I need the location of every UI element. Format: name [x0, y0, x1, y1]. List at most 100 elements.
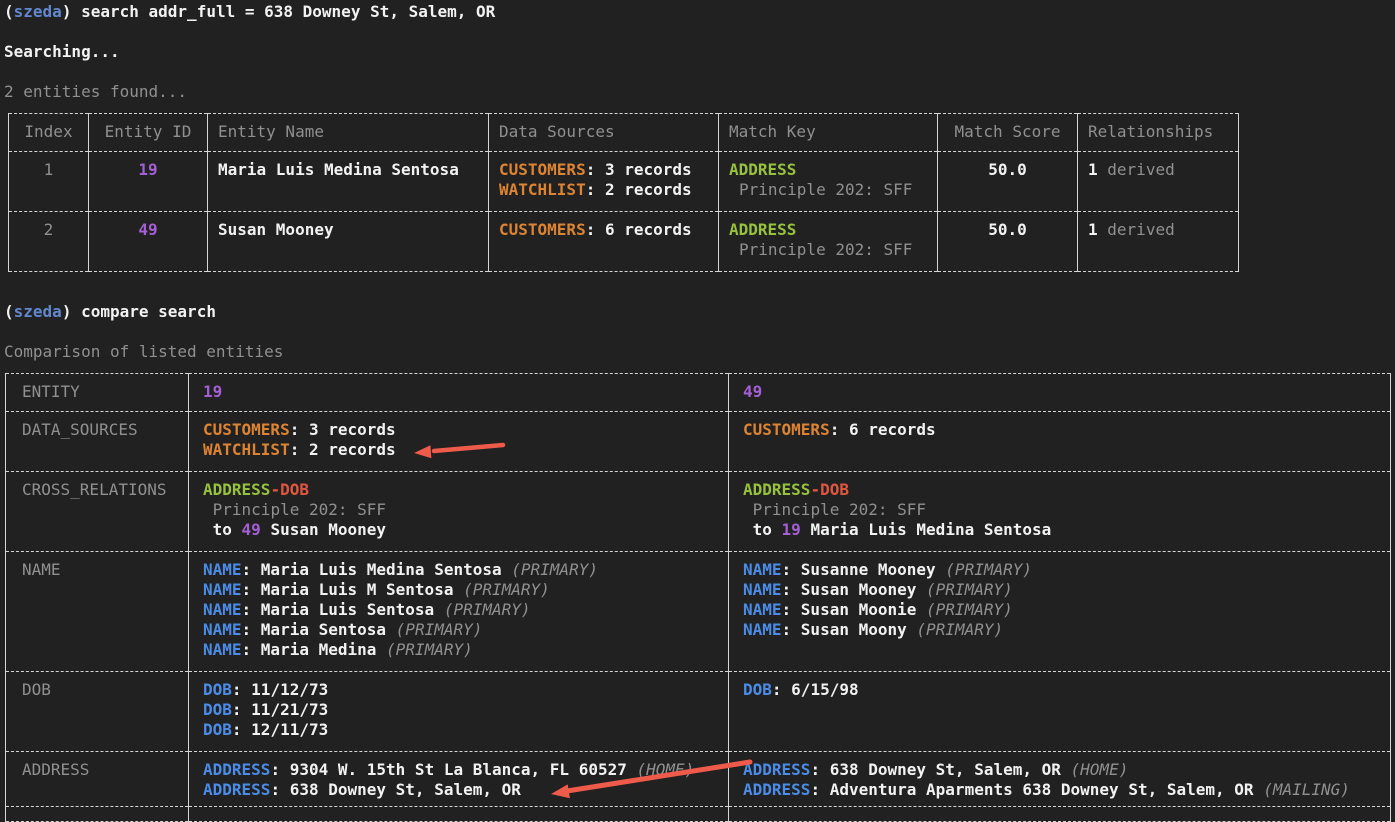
row-label: DATA_SOURCES [6, 412, 189, 472]
attr-value: Maria Luis Medina Sentosa [261, 560, 502, 579]
colon: : [232, 720, 251, 739]
relation-to-line: to 19 Maria Luis Medina Sentosa [743, 520, 1380, 540]
colon: : [242, 640, 261, 659]
cell-entity-name: Maria Luis Medina Sentosa [208, 152, 489, 212]
colon: : [242, 560, 261, 579]
attr-value: Susan Moony [801, 620, 907, 639]
match-key-principle: Principle 202: SFF [729, 240, 927, 260]
relation-key-b: -DOB [270, 480, 309, 499]
match-key-name: ADDRESS [729, 220, 927, 240]
colon: : [232, 680, 251, 699]
source-name: WATCHLIST [203, 440, 290, 459]
spacer [907, 620, 917, 639]
attr-name: NAME [743, 560, 782, 579]
prompt-name: szeda [14, 2, 62, 21]
cell-entity-id: 19 [89, 152, 208, 212]
attr-value: Maria Sentosa [261, 620, 386, 639]
comparison-row-data-sources: DATA_SOURCES CUSTOMERS: 3 records WATCHL… [6, 412, 1391, 472]
cell-match-key: ADDRESS Principle 202: SFF [719, 212, 938, 272]
attr-name: ADDRESS [203, 760, 270, 779]
prompt-name: szeda [14, 302, 62, 321]
row-label: DOB [6, 672, 189, 752]
attr-tag: (PRIMARY) [396, 620, 483, 639]
attr-line: NAME: Maria Luis M Sentosa (PRIMARY) [203, 580, 718, 600]
comparison-row-cutoff [6, 807, 1391, 822]
comparison-row-dob: DOB DOB: 11/12/73 DOB: 11/21/73 DOB: 12/… [6, 672, 1391, 752]
attr-name: ADDRESS [203, 780, 270, 799]
attr-name: NAME [203, 580, 242, 599]
colon: : [586, 180, 605, 199]
attr-name: NAME [203, 640, 242, 659]
terminal-screen[interactable]: (szeda) search addr_full = 638 Downey St… [0, 0, 1395, 817]
spacer [386, 620, 396, 639]
cell-entity-id: 49 [89, 212, 208, 272]
spacer [1061, 760, 1071, 779]
source-records: 2 records [309, 440, 396, 459]
result-row-1: 1 19 Maria Luis Medina Sentosa CUSTOMERS… [9, 152, 1239, 212]
entity-19-names: NAME: Maria Luis Medina Sentosa (PRIMARY… [189, 552, 729, 672]
attr-value: 6/15/98 [791, 680, 858, 699]
attr-tag: (PRIMARY) [386, 640, 473, 659]
cell-entity-name: Susan Mooney [208, 212, 489, 272]
data-source-line: CUSTOMERS: 6 records [499, 220, 708, 240]
cell-relationships: 1 derived [1078, 152, 1239, 212]
attr-value: 638 Downey St, Salem, OR [290, 780, 521, 799]
to-entity-name: Susan Mooney [270, 520, 386, 539]
attr-value: 11/12/73 [251, 680, 328, 699]
attr-line: ADDRESS: 9304 W. 15th St La Blanca, FL 6… [203, 760, 718, 780]
attr-line: DOB: 12/11/73 [203, 720, 718, 740]
source-records: 6 records [849, 420, 936, 439]
to-word: to [753, 520, 772, 539]
attr-line: NAME: Susan Mooney (PRIMARY) [743, 580, 1380, 600]
to-word: to [213, 520, 232, 539]
prompt-paren-close: ) [62, 302, 72, 321]
attr-value: 12/11/73 [251, 720, 328, 739]
spacer [376, 640, 386, 659]
entity-49-next [729, 807, 1391, 822]
match-key-name: ADDRESS [729, 160, 927, 180]
attr-tag: (PRIMARY) [916, 620, 1003, 639]
relationship-type: derived [1107, 160, 1174, 179]
attr-line: DOB: 11/21/73 [203, 700, 718, 720]
attr-value: Susanne Mooney [801, 560, 936, 579]
spacer [936, 560, 946, 579]
header-entity-id: Entity ID [89, 114, 208, 152]
cell-match-score: 50.0 [938, 212, 1078, 272]
row-label [6, 807, 189, 822]
attr-name: NAME [743, 580, 782, 599]
source-name: CUSTOMERS [203, 420, 290, 439]
relation-key-line: ADDRESS-DOB [203, 480, 718, 500]
attr-tag: (PRIMARY) [945, 560, 1032, 579]
colon: : [270, 780, 289, 799]
attr-line: NAME: Maria Medina (PRIMARY) [203, 640, 718, 660]
spacer [916, 580, 926, 599]
data-source-line: CUSTOMERS: 6 records [743, 420, 1380, 440]
source-name: WATCHLIST [499, 180, 586, 199]
results-header-row: Index Entity ID Entity Name Data Sources… [9, 114, 1239, 152]
row-label: CROSS_RELATIONS [6, 472, 189, 552]
attr-value: 11/21/73 [251, 700, 328, 719]
to-entity-id: 19 [782, 520, 801, 539]
colon: : [782, 580, 801, 599]
entity-49-addresses: ADDRESS: 638 Downey St, Salem, OR (HOME)… [729, 752, 1391, 807]
cell-index: 2 [9, 212, 89, 272]
source-records: 2 records [605, 180, 692, 199]
row-label: NAME [6, 552, 189, 672]
data-source-line: CUSTOMERS: 3 records [499, 160, 708, 180]
prompt-paren-open: ( [4, 302, 14, 321]
comparison-row-cross-relations: CROSS_RELATIONS ADDRESS-DOB Principle 20… [6, 472, 1391, 552]
attr-line: NAME: Susanne Mooney (PRIMARY) [743, 560, 1380, 580]
attr-name: NAME [743, 600, 782, 619]
row-label: ENTITY [6, 374, 189, 412]
attr-value: 638 Downey St, Salem, OR [830, 760, 1061, 779]
attr-value: Maria Luis Sentosa [261, 600, 434, 619]
attr-name: DOB [203, 680, 232, 699]
attr-value: Maria Medina [261, 640, 377, 659]
cell-data-sources: CUSTOMERS: 3 records WATCHLIST: 2 record… [489, 152, 719, 212]
attr-value: 9304 W. 15th St La Blanca, FL 60527 [290, 760, 627, 779]
header-index: Index [9, 114, 89, 152]
cell-match-score: 50.0 [938, 152, 1078, 212]
spacer [772, 520, 782, 539]
attr-line: ADDRESS: 638 Downey St, Salem, OR [203, 780, 718, 800]
header-match-score: Match Score [938, 114, 1078, 152]
